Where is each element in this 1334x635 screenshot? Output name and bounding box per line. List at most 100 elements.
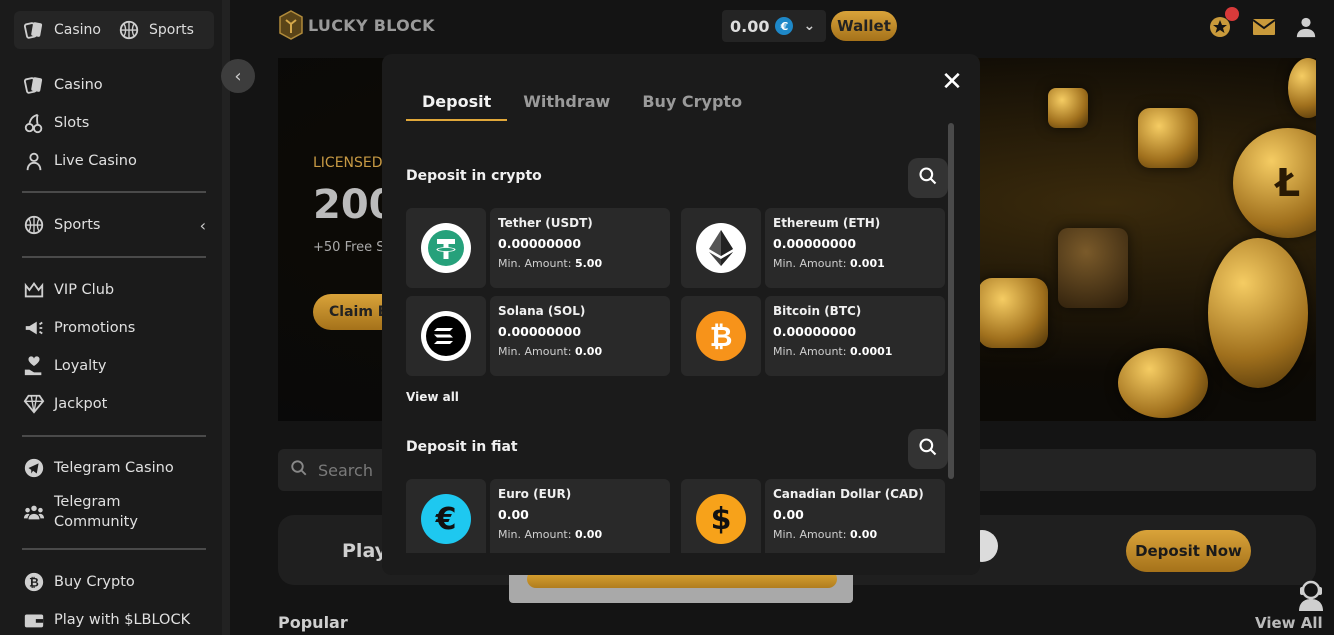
sidebar-item-slots[interactable]: Slots xyxy=(22,110,89,136)
gold-hexagon-image xyxy=(1048,88,1088,128)
sidebar-item-casino[interactable]: Casino xyxy=(22,72,103,98)
crypto-section-title: Deposit in crypto xyxy=(406,168,542,184)
card-info: Solana (SOL) 0.00000000 Min. Amount: 0.0… xyxy=(490,296,670,376)
top-tab-label: Casino xyxy=(54,22,101,38)
tab-buy-crypto[interactable]: Buy Crypto xyxy=(626,92,758,121)
min-value: 0.00 xyxy=(574,528,603,541)
modal-tabs: Deposit Withdraw Buy Crypto xyxy=(406,92,758,121)
crypto-card-sol[interactable]: Solana (SOL) 0.00000000 Min. Amount: 0.0… xyxy=(406,296,670,376)
min-value: 0.00 xyxy=(574,345,603,358)
bitcoin-icon: ₿ xyxy=(22,570,46,594)
card-currency-name: Canadian Dollar (CAD) xyxy=(773,487,924,501)
min-label: Min. Amount: xyxy=(773,257,847,270)
sidebar-item-telegram-community[interactable]: Telegram Community xyxy=(22,492,164,532)
card-icon-box: $ xyxy=(681,479,761,559)
top-tab-sports[interactable]: Sports xyxy=(109,11,202,49)
sidebar: Casino Sports Casino Slots Live Casino S… xyxy=(0,0,230,635)
cards-icon xyxy=(22,18,46,42)
card-info: Euro (EUR) 0.00 Min. Amount: 0.00 xyxy=(490,479,670,559)
mail-icon[interactable] xyxy=(1251,14,1277,40)
card-min-amount: Min. Amount: 0.001 xyxy=(773,257,937,270)
banner-free-spins-text: +50 Free S xyxy=(313,240,385,255)
sidebar-item-telegram-casino[interactable]: Telegram Casino xyxy=(22,455,174,481)
crypto-card-eth[interactable]: Ethereum (ETH) 0.00000000 Min. Amount: 0… xyxy=(681,208,945,288)
balance-selector[interactable]: 0.00 € ⌄ xyxy=(722,10,826,42)
gold-diamond-image xyxy=(1058,228,1128,308)
gold-hexagon-image xyxy=(1138,108,1198,168)
sidebar-item-label: VIP Club xyxy=(54,282,115,298)
min-label: Min. Amount: xyxy=(773,345,847,358)
euro-icon: € xyxy=(775,17,794,35)
crypto-card-btc[interactable]: ₿ Bitcoin (BTC) 0.00000000 Min. Amount: … xyxy=(681,296,945,376)
card-balance: 0.00 xyxy=(498,507,529,522)
search-icon xyxy=(290,459,308,481)
top-tab-casino[interactable]: Casino xyxy=(14,11,109,49)
card-min-amount: Min. Amount: 5.00 xyxy=(498,257,662,270)
sidebar-collapse-button[interactable]: ‹ xyxy=(221,59,255,93)
fiat-card-cad[interactable]: $ Canadian Dollar (CAD) 0.00 Min. Amount… xyxy=(681,479,945,559)
card-balance: 0.00 xyxy=(773,507,804,522)
sidebar-item-play-lblock[interactable]: Play with $LBLOCK xyxy=(22,607,190,633)
solana-icon xyxy=(421,311,471,361)
svg-text:₿: ₿ xyxy=(710,320,733,353)
basketball-icon xyxy=(117,18,141,42)
sidebar-item-label: Jackpot xyxy=(54,396,108,412)
min-value: 5.00 xyxy=(574,257,603,270)
notification-badge xyxy=(1225,7,1239,21)
deposit-now-button[interactable]: Deposit Now xyxy=(1126,530,1251,572)
chevron-left-icon[interactable]: ‹ xyxy=(200,216,206,235)
diamond-icon xyxy=(22,392,46,416)
min-value: 0.00 xyxy=(849,528,878,541)
wallet-icon xyxy=(22,608,46,632)
close-icon[interactable]: ✕ xyxy=(940,69,964,95)
wallet-button[interactable]: Wallet xyxy=(831,11,897,41)
tab-deposit[interactable]: Deposit xyxy=(406,92,508,121)
card-balance: 0.00000000 xyxy=(773,324,857,339)
card-info: Tether (USDT) 0.00000000 Min. Amount: 5.… xyxy=(490,208,670,288)
popular-view-all-link[interactable]: View All xyxy=(1255,614,1323,632)
modal-scrollbar[interactable] xyxy=(948,123,954,479)
sidebar-divider xyxy=(22,256,206,258)
fiat-section-title: Deposit in fiat xyxy=(406,439,518,455)
crypto-card-usdt[interactable]: Tether (USDT) 0.00000000 Min. Amount: 5.… xyxy=(406,208,670,288)
user-profile-icon[interactable] xyxy=(1293,14,1319,40)
sidebar-item-label: Play with $LBLOCK xyxy=(54,612,191,628)
sidebar-item-buy-crypto[interactable]: ₿ Buy Crypto xyxy=(22,569,135,595)
fiat-card-eur[interactable]: € Euro (EUR) 0.00 Min. Amount: 0.00 xyxy=(406,479,670,559)
crypto-view-all-link[interactable]: View all xyxy=(406,390,459,404)
fiat-search-button[interactable] xyxy=(908,429,948,469)
chevron-down-icon: ⌄ xyxy=(803,18,816,34)
ethereum-coin-image xyxy=(1208,238,1308,388)
cards-icon xyxy=(22,73,46,97)
card-balance: 0.00000000 xyxy=(498,324,582,339)
sidebar-divider xyxy=(22,191,206,193)
min-label: Min. Amount: xyxy=(498,528,572,541)
deposit-modal: Deposit Withdraw Buy Crypto ✕ Deposit in… xyxy=(382,54,980,575)
sidebar-item-jackpot[interactable]: Jackpot xyxy=(22,391,107,417)
sidebar-item-live-casino[interactable]: Live Casino xyxy=(22,148,137,174)
card-balance: 0.00000000 xyxy=(773,236,857,251)
crown-icon xyxy=(22,278,46,302)
tab-withdraw[interactable]: Withdraw xyxy=(507,92,626,121)
card-currency-name: Tether (USDT) xyxy=(498,216,593,230)
site-logo[interactable]: LUCKY BLOCK xyxy=(278,10,435,40)
logo-text: LUCKY BLOCK xyxy=(308,15,435,35)
card-icon-box xyxy=(681,208,761,288)
sidebar-item-label: Telegram Casino xyxy=(54,460,174,476)
sidebar-item-label: Telegram Community xyxy=(54,494,138,530)
crypto-search-button[interactable] xyxy=(908,158,948,198)
sidebar-item-sports[interactable]: Sports ‹ xyxy=(22,212,206,238)
card-min-amount: Min. Amount: 0.00 xyxy=(498,345,662,358)
lucky-block-logo-icon xyxy=(279,10,303,40)
card-currency-name: Ethereum (ETH) xyxy=(773,216,881,230)
sidebar-item-vip-club[interactable]: VIP Club xyxy=(22,277,114,303)
euro-icon: € xyxy=(421,494,471,544)
sidebar-item-loyalty[interactable]: Loyalty xyxy=(22,353,106,379)
chevron-left-icon: ‹ xyxy=(234,65,242,87)
sidebar-item-promotions[interactable]: Promotions xyxy=(22,315,135,341)
support-agent-icon[interactable] xyxy=(1294,578,1328,612)
sidebar-item-label: Slots xyxy=(54,115,90,131)
gold-coin-image xyxy=(1288,58,1316,118)
telegram-icon xyxy=(22,456,46,480)
basketball-icon xyxy=(22,213,46,237)
